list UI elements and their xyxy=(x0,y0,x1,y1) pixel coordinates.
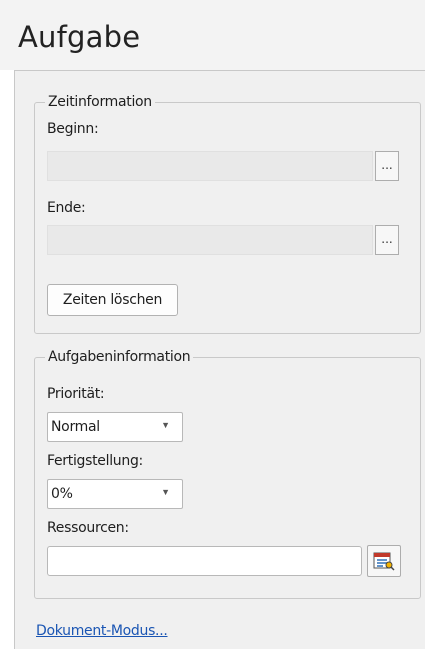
time-info-group: Zeitinformation Beginn: ... Ende: ... Ze… xyxy=(34,94,421,334)
resources-field[interactable] xyxy=(47,546,362,576)
header: Aufgabe xyxy=(0,0,425,70)
page-title: Aufgabe xyxy=(18,20,141,54)
completion-select[interactable]: 0% ▼ xyxy=(47,479,183,509)
address-book-icon xyxy=(373,552,395,571)
task-info-legend: Aufgabeninformation xyxy=(45,349,194,365)
time-info-legend: Zeitinformation xyxy=(45,94,155,110)
end-picker-button[interactable]: ... xyxy=(375,225,399,255)
completion-value: 0% xyxy=(51,486,73,502)
completion-label: Fertigstellung: xyxy=(47,453,143,469)
task-pane: Zeitinformation Beginn: ... Ende: ... Ze… xyxy=(14,70,425,649)
priority-label: Priorität: xyxy=(47,386,105,402)
priority-select[interactable]: Normal ▼ xyxy=(47,412,183,442)
begin-label: Beginn: xyxy=(47,121,99,137)
end-label: Ende: xyxy=(47,200,86,216)
resources-button[interactable] xyxy=(367,545,401,577)
document-mode-link[interactable]: Dokument-Modus... xyxy=(36,623,168,639)
begin-picker-button[interactable]: ... xyxy=(375,151,399,181)
chevron-down-icon: ▼ xyxy=(161,420,170,430)
end-field[interactable] xyxy=(47,225,373,255)
chevron-down-icon: ▼ xyxy=(161,487,170,497)
priority-value: Normal xyxy=(51,419,100,435)
resources-label: Ressourcen: xyxy=(47,520,129,536)
clear-times-button[interactable]: Zeiten löschen xyxy=(47,284,178,316)
task-info-group: Aufgabeninformation Priorität: Normal ▼ … xyxy=(34,349,421,599)
begin-field[interactable] xyxy=(47,151,373,181)
